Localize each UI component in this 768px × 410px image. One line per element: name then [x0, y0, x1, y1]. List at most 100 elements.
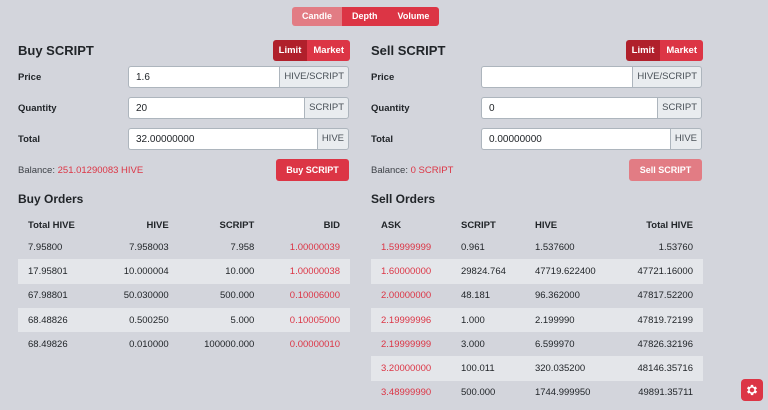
sell-quantity-unit: SCRIPT	[657, 97, 702, 119]
cell-script: 48.181	[460, 290, 491, 302]
table-row[interactable]: 1.59999999 0.961 1.537600 1.53760	[371, 235, 703, 259]
buy-orders-header: Total HIVE HIVE SCRIPT BID	[18, 215, 350, 235]
buy-quantity-group: SCRIPT	[128, 97, 349, 119]
cell-ask: 3.48999990	[381, 387, 432, 399]
buy-orders-title: Buy Orders	[18, 192, 84, 206]
buy-price-unit: HIVE/SCRIPT	[279, 66, 349, 88]
cell-hive: 1744.999950	[534, 387, 591, 399]
cell-script: 500.000	[219, 290, 255, 302]
cell-script: 1.000	[450, 307, 525, 333]
table-row[interactable]: 2.19999999 3.000 6.599970 47826.32196	[371, 332, 703, 356]
buy-quantity-input[interactable]	[128, 97, 305, 119]
cell-total-hive: 47721.16000	[616, 259, 703, 284]
buy-price-label: Price	[18, 72, 42, 83]
cell-total-hive: 1.53760	[658, 241, 693, 253]
col-bid: BID	[323, 219, 340, 231]
cell-hive: 1.537600	[534, 241, 575, 253]
sell-title: Sell SCRIPT	[371, 43, 446, 58]
sell-balance-value[interactable]: 0 SCRIPT	[411, 165, 454, 176]
cell-ask: 3.20000000	[371, 356, 451, 381]
cell-script: 100.011	[450, 356, 525, 381]
cell-hive: 10.000004	[99, 259, 179, 284]
cell-total-hive: 47826.32196	[637, 338, 693, 350]
cell-total-hive: 47817.52200	[637, 290, 693, 302]
table-row[interactable]: 1.60000000 29824.764 47719.622400 47721.…	[371, 259, 703, 284]
cell-total-hive: 47819.72199	[616, 307, 703, 333]
table-row[interactable]: 17.95801 10.000004 10.000 1.00000038	[18, 259, 350, 284]
table-row[interactable]: 2.19999996 1.000 2.199990 47819.72199	[371, 307, 703, 333]
table-row[interactable]: 7.95800 7.958003 7.958 1.00000039	[18, 235, 350, 259]
table-row[interactable]: 2.00000000 48.181 96.362000 47817.52200	[371, 284, 703, 308]
cell-script: 3.000	[460, 338, 485, 350]
cell-hive: 47719.622400	[524, 259, 617, 284]
cell-total-hive: 17.95801	[18, 259, 100, 284]
buy-limit-tab[interactable]: Limit	[272, 40, 308, 61]
buy-panel: Buy SCRIPT Limit Market Price HIVE/SCRIP…	[18, 0, 350, 410]
buy-balance-value[interactable]: 251.01290083 HIVE	[58, 165, 144, 176]
table-row[interactable]: 3.20000000 100.011 320.035200 48146.3571…	[371, 356, 703, 381]
cell-script: 7.958	[230, 241, 255, 253]
cell-ask: 2.19999999	[381, 338, 432, 350]
cell-hive: 0.010000	[129, 338, 169, 350]
sell-total-unit: HIVE	[669, 128, 702, 150]
cell-ask: 2.00000000	[381, 290, 432, 302]
buy-order-type-toggle: Limit Market	[272, 40, 350, 61]
gear-icon	[746, 384, 758, 396]
sell-limit-tab[interactable]: Limit	[625, 40, 661, 61]
sell-total-group: HIVE	[481, 128, 702, 150]
buy-price-group: HIVE/SCRIPT	[128, 66, 349, 88]
sell-market-tab[interactable]: Market	[660, 40, 703, 61]
cell-ask: 2.19999996	[371, 307, 451, 333]
cell-bid: 1.00000038	[264, 259, 350, 284]
sell-balance: Balance: 0 SCRIPT	[371, 165, 453, 176]
col-ask: ASK	[381, 219, 402, 231]
buy-price-input[interactable]	[128, 66, 280, 88]
buy-balance-label: Balance:	[18, 165, 55, 176]
cell-script: 500.000	[460, 387, 496, 399]
buy-balance: Balance: 251.01290083 HIVE	[18, 165, 143, 176]
cell-total-hive: 68.49826	[28, 338, 68, 350]
cell-hive: 2.199990	[524, 307, 617, 333]
buy-market-tab[interactable]: Market	[307, 40, 350, 61]
buy-total-unit: HIVE	[316, 128, 349, 150]
cell-hive: 50.030000	[123, 290, 169, 302]
cell-script: 5.000	[178, 307, 265, 333]
table-row[interactable]: 68.49826 0.010000 100000.000 0.00000010	[18, 332, 350, 356]
cell-ask: 1.59999999	[381, 241, 432, 253]
cell-script: 29824.764	[450, 259, 525, 284]
table-row[interactable]: 67.98801 50.030000 500.000 0.10006000	[18, 284, 350, 308]
buy-quantity-unit: SCRIPT	[304, 97, 349, 119]
cell-script: 10.000	[178, 259, 265, 284]
sell-price-unit: HIVE/SCRIPT	[632, 66, 702, 88]
buy-total-input[interactable]	[128, 128, 317, 150]
cell-bid: 0.10005000	[264, 307, 350, 333]
cell-hive: 0.500250	[99, 307, 179, 333]
col-hive: HIVE	[146, 219, 169, 231]
sell-price-label: Price	[371, 72, 395, 83]
sell-orders-header: ASK SCRIPT HIVE Total HIVE	[371, 215, 703, 235]
cell-script: 0.961	[460, 241, 485, 253]
settings-button[interactable]	[741, 379, 763, 401]
sell-quantity-input[interactable]	[481, 97, 658, 119]
table-row[interactable]: 3.48999990 500.000 1744.999950 49891.357…	[371, 381, 703, 405]
sell-price-input[interactable]	[481, 66, 633, 88]
table-row[interactable]: 68.48826 0.500250 5.000 0.10005000	[18, 307, 350, 333]
cell-bid: 0.00000010	[289, 338, 340, 350]
buy-total-label: Total	[18, 134, 40, 145]
col-total-hive: Total HIVE	[28, 219, 75, 231]
buy-script-button[interactable]: Buy SCRIPT	[276, 159, 349, 181]
cell-total-hive: 67.98801	[28, 290, 68, 302]
cell-hive: 96.362000	[534, 290, 580, 302]
sell-total-input[interactable]	[481, 128, 670, 150]
buy-orders-table: Total HIVE HIVE SCRIPT BID 7.95800 7.958…	[18, 215, 350, 356]
sell-panel: Sell SCRIPT Limit Market Price HIVE/SCRI…	[371, 0, 703, 410]
sell-script-button[interactable]: Sell SCRIPT	[629, 159, 702, 181]
cell-bid: 0.10006000	[289, 290, 340, 302]
cell-ask: 1.60000000	[371, 259, 451, 284]
sell-order-type-toggle: Limit Market	[625, 40, 703, 61]
sell-quantity-group: SCRIPT	[481, 97, 702, 119]
buy-quantity-label: Quantity	[18, 103, 57, 114]
sell-orders-title: Sell Orders	[371, 192, 436, 206]
buy-total-group: HIVE	[128, 128, 349, 150]
buy-title: Buy SCRIPT	[18, 43, 94, 58]
